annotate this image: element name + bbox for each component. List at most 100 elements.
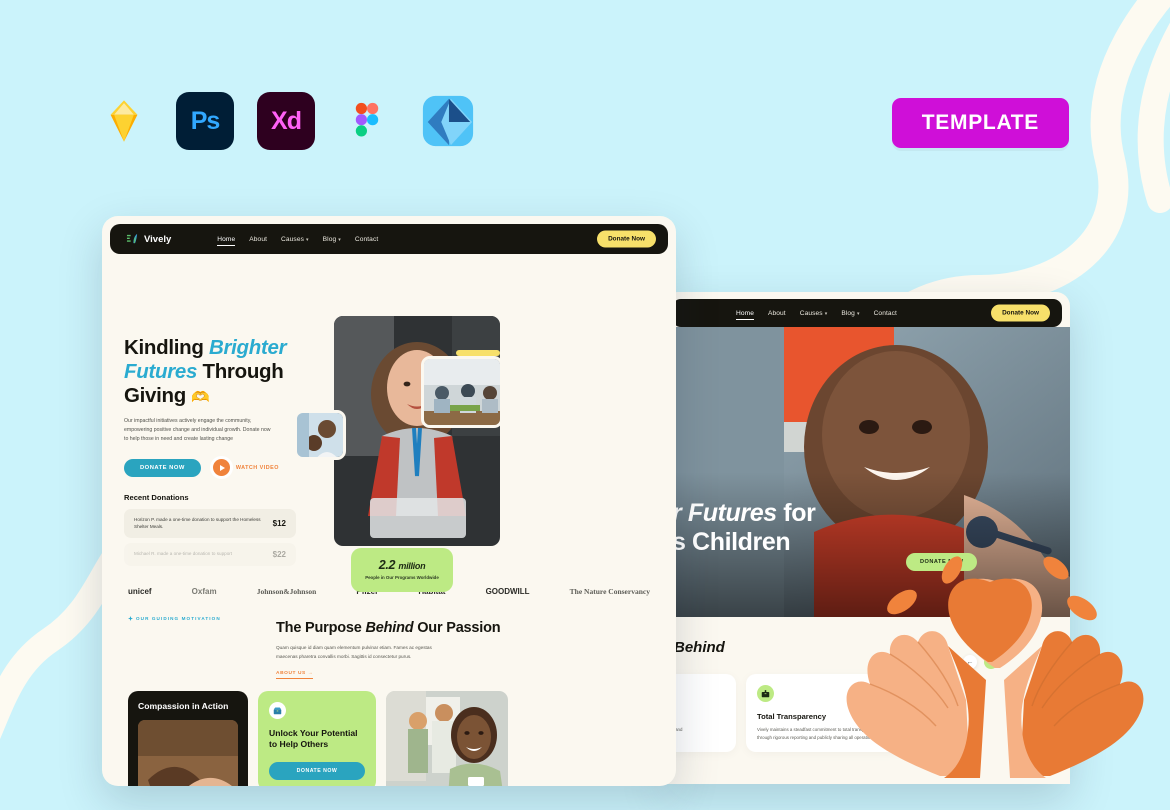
secondary-hero-photo xyxy=(664,327,1070,617)
nav-item-causes-label: Causes xyxy=(281,235,304,243)
purpose-title: The Purpose Behind Our Passion xyxy=(276,619,501,637)
volunteer-card-photo xyxy=(386,691,508,786)
secondary-hero-title-line2: s Children xyxy=(672,528,791,556)
carousel-next-arrow-icon[interactable]: → xyxy=(984,655,998,669)
stat-value: 2.2 xyxy=(378,558,396,573)
nav-item-blog[interactable]: Blog ▾ xyxy=(323,236,341,243)
secondary-nav-about[interactable]: About xyxy=(768,310,786,317)
primary-donate-now-button[interactable]: Donate Now xyxy=(597,230,656,248)
unlock-potential-card-title: Unlock Your Potential to Help Others xyxy=(269,728,358,750)
secondary-card-transparency-body: Vively maintains a steadfast commitment … xyxy=(757,727,892,740)
donation-amount: $22 xyxy=(272,549,286,559)
brand-logo[interactable]: Vively xyxy=(126,233,171,245)
partner-nature-conservancy: The Nature Conservancy xyxy=(569,586,650,596)
unlock-potential-card: Unlock Your Potential to Help Others DON… xyxy=(258,691,376,786)
secondary-hero-title: r Futures for s Children xyxy=(672,499,816,557)
partner-unicef: unicef xyxy=(128,586,152,596)
secondary-navbar: Home About Causes ▾ Blog ▾ Contact Donate … xyxy=(672,299,1062,327)
sparkle-icon xyxy=(128,615,133,621)
xd-label: Xd xyxy=(271,106,302,135)
watch-video-label: WATCH VIDEO xyxy=(235,464,279,471)
primary-nav-links: Home About Causes ▾ Blog ▾ Contact xyxy=(217,236,378,246)
secondary-donate-now-button[interactable]: Donate Now xyxy=(991,304,1050,322)
purpose-section: OUR GUIDING MOTIVATION The Purpose Behin… xyxy=(102,610,676,680)
affinity-designer-icon[interactable] xyxy=(419,92,477,150)
sketch-icon[interactable] xyxy=(95,92,153,150)
carousel-prev-arrow-icon[interactable]: ← xyxy=(963,655,977,669)
hero-title-part1: Kindling xyxy=(124,336,209,359)
hero-side-photo xyxy=(421,356,503,428)
chevron-down-icon: ▾ xyxy=(856,310,860,317)
secondary-card-transparency-title: Total Transparency xyxy=(757,712,827,721)
hero-title: Kindling Brighter Futures Through Giving… xyxy=(124,336,296,407)
recent-donations-title: Recent Donations xyxy=(124,492,189,502)
design-tool-icon-row: Ps Xd xyxy=(95,92,477,150)
donation-text: Horizon P. made a one-time donation to s… xyxy=(134,516,261,530)
template-badge: TEMPLATE xyxy=(891,98,1069,148)
chevron-down-icon: ▾ xyxy=(306,236,309,243)
secondary-carousel-arrows: ← → xyxy=(963,655,998,669)
compassion-card-photo xyxy=(138,720,238,786)
partner-oxfam: Oxfam xyxy=(191,586,217,596)
chevron-down-icon: ▾ xyxy=(338,236,341,243)
bottom-cards-row: Compassion in Action Unlock Your Potenti… xyxy=(102,679,676,786)
figma-icon[interactable] xyxy=(338,92,396,150)
stat-number: 2.2 million xyxy=(359,558,445,572)
secondary-hero-donate-button[interactable]: DONATE NOW xyxy=(906,553,978,571)
adobe-xd-icon[interactable]: Xd xyxy=(257,92,315,150)
hero-copy: Kindling Brighter Futures Through Giving… xyxy=(124,284,296,571)
photoshop-label: Ps xyxy=(190,106,221,135)
partner-goodwill: GOODWILL xyxy=(485,586,530,596)
purpose-title-accent: Behind xyxy=(365,619,414,636)
about-us-link[interactable]: ABOUT US → xyxy=(276,671,314,680)
nav-item-home[interactable]: Home xyxy=(217,236,236,246)
secondary-hero-title-rest: for xyxy=(776,499,816,527)
secondary-card-transparency: Total Transparency Vively maintains a st… xyxy=(746,674,904,753)
compassion-card-title: Compassion in Action xyxy=(138,701,229,712)
secondary-nav-contact[interactable]: Contact xyxy=(874,310,897,317)
secondary-nav-links: Home About Causes ▾ Blog ▾ Contact xyxy=(736,310,897,320)
primary-browser-mockup: Vively Home About Causes ▾ Blog ▾ Contact … xyxy=(102,216,676,786)
secondary-nav-home[interactable]: Home xyxy=(736,310,754,320)
stat-unit: million xyxy=(398,561,426,572)
donation-box-icon xyxy=(269,702,286,720)
donation-text: Michael R. made a one-time donation to s… xyxy=(134,551,233,557)
photoshop-icon[interactable]: Ps xyxy=(176,92,234,150)
hero-actions: DONATE NOW WATCH VIDEO xyxy=(124,458,296,477)
hands-heart-emoji-icon: 🫶 xyxy=(191,388,210,406)
secondary-section-heading: Behind xyxy=(674,639,725,656)
brand-name: Vively xyxy=(144,233,172,245)
primary-page-body: Kindling Brighter Futures Through Giving… xyxy=(102,254,676,786)
play-icon[interactable] xyxy=(212,459,230,477)
watch-video-control[interactable]: WATCH VIDEO xyxy=(212,459,279,477)
nav-item-causes[interactable]: Causes ▾ xyxy=(281,236,309,243)
purpose-body: Quam quisque id diam quam elementum pulv… xyxy=(276,645,432,659)
secondary-lower-section: Behind ← → resence y engage the ve chang… xyxy=(664,617,1070,784)
unlock-potential-donate-button[interactable]: DONATE NOW xyxy=(269,761,365,780)
secondary-nav-blog-label: Blog xyxy=(841,309,855,317)
purpose-eyebrow-column: OUR GUIDING MOTIVATION xyxy=(128,615,256,679)
secondary-nav-blog[interactable]: Blog ▾ xyxy=(841,310,859,317)
hero-subtitle: Our impactful initiatives actively engag… xyxy=(124,418,271,443)
vively-leaf-icon xyxy=(126,233,138,244)
hero-small-photo xyxy=(294,410,346,460)
hero-section: Kindling Brighter Futures Through Giving… xyxy=(102,270,676,592)
nav-item-blog-label: Blog xyxy=(322,235,337,243)
donation-row: Michael R. made a one-time donation to s… xyxy=(124,542,296,566)
purpose-content: The Purpose Behind Our Passion Quam quis… xyxy=(276,616,501,680)
donation-row: Horizon P. made a one-time donation to s… xyxy=(124,508,296,538)
donation-amount: $12 xyxy=(272,518,286,528)
secondary-feature-cards: resence y engage the ve change and Total… xyxy=(664,656,1070,753)
purpose-title-part1: The Purpose xyxy=(276,619,366,636)
purpose-eyebrow-label: OUR GUIDING MOTIVATION xyxy=(136,615,221,621)
hero-donate-now-button[interactable]: DONATE NOW xyxy=(124,458,201,477)
chevron-down-icon: ▾ xyxy=(824,310,828,317)
purpose-eyebrow: OUR GUIDING MOTIVATION xyxy=(128,615,256,621)
donation-box-icon xyxy=(757,685,774,702)
nav-item-contact[interactable]: Contact xyxy=(355,236,378,243)
stat-label: People in Our Programs Worldwide xyxy=(365,575,439,581)
stat-card: 2.2 million People in Our Programs World… xyxy=(351,548,453,592)
nav-item-about[interactable]: About xyxy=(249,236,267,243)
secondary-nav-causes[interactable]: Causes ▾ xyxy=(800,310,828,317)
hero-image-collage: 2.2 million People in Our Programs World… xyxy=(294,316,518,592)
